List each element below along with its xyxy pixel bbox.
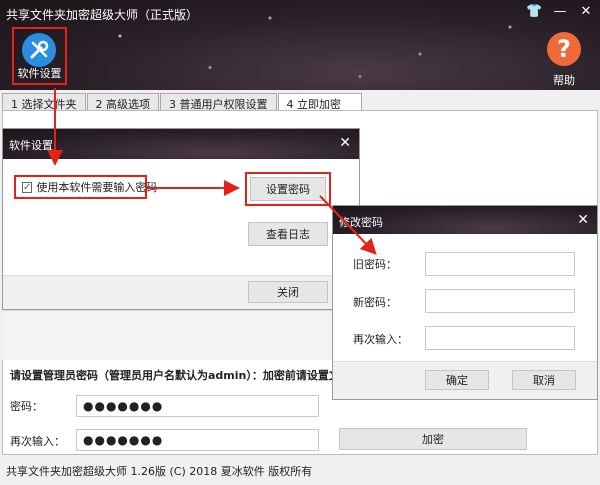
settings-dialog: 软件设置 ✕ ✓ 使用本软件需要输入密码 设置密码 查看日志 关闭 [2,128,360,310]
password-dialog-title-text: 修改密码 [339,216,383,229]
tools-icon [22,33,56,67]
app-header: 共享文件夹加密超级大师（正式版） 👕 — ✕ 软件设置 ? 帮助 [0,0,600,90]
window-title: 共享文件夹加密超级大师（正式版） [6,8,199,22]
question-icon: ? [547,32,581,66]
require-password-label: 使用本软件需要输入密码 [36,181,158,194]
settings-tool-label: 软件设置 [17,67,62,80]
require-password-checkbox[interactable]: ✓ 使用本软件需要输入密码 [14,175,157,199]
window-controls: 👕 — ✕ [526,4,594,19]
settings-dialog-title-text: 软件设置 [9,139,53,152]
tab-advanced-options[interactable]: 2 高级选项 [86,93,159,111]
checkbox-check-icon: ✓ [22,181,33,193]
help-tool-button[interactable]: ? 帮助 [542,32,586,87]
settings-dialog-title: 软件设置 ✕ [3,129,359,159]
skin-icon[interactable]: 👕 [526,4,542,19]
settings-tool-button[interactable]: 软件设置 [12,27,67,85]
cancel-button[interactable]: 取消 [512,370,576,390]
close-icon[interactable]: ✕ [577,212,589,228]
settings-dialog-footer: 关闭 [3,275,359,309]
repeat-password-label: 再次输入： [10,435,65,448]
encrypt-button[interactable]: 加密 [339,428,527,450]
tab-select-folder[interactable]: 1 选择文件夹 [2,93,86,111]
settings-close-button[interactable]: 关闭 [248,281,328,303]
old-password-label: 旧密码： [353,258,397,271]
tab-bar: 1 选择文件夹 2 高级选项 3 普通用户权限设置 4 立即加密 [2,93,363,111]
admin-repeat-input[interactable]: ●●●●●●● [76,429,319,451]
password-dialog-footer: 确定 取消 [333,361,597,399]
old-password-input[interactable] [425,252,575,276]
status-bar: 共享文件夹加密超级大师 1.26版 (C) 2018 夏冰软件 版权所有 [0,456,600,485]
password-dialog-title: 修改密码 ✕ [333,206,597,234]
password-label: 密码： [10,400,43,413]
minimize-icon[interactable]: — [552,4,568,19]
close-icon[interactable]: ✕ [339,135,351,151]
admin-password-note: 请设置管理员密码（管理员用户名默认为admin）：加密前请设置文件夹为共 [10,369,384,382]
set-password-button[interactable]: 设置密码 [250,177,326,201]
help-tool-label: 帮助 [553,74,575,87]
new-password-input[interactable] [425,289,575,313]
view-log-button[interactable]: 查看日志 [248,222,328,246]
change-password-dialog: 修改密码 ✕ 旧密码： 新密码： 再次输入： 确定 取消 [332,205,598,400]
admin-password-input[interactable]: ●●●●●●● [76,395,319,417]
tab-encrypt-now[interactable]: 4 立即加密 [277,93,362,111]
repeat-new-password-label: 再次输入： [353,333,408,346]
repeat-new-password-input[interactable] [425,326,575,350]
tab-user-permissions[interactable]: 3 普通用户权限设置 [160,93,277,111]
close-icon[interactable]: ✕ [578,4,594,19]
new-password-label: 新密码： [353,296,397,309]
ok-button[interactable]: 确定 [425,370,489,390]
